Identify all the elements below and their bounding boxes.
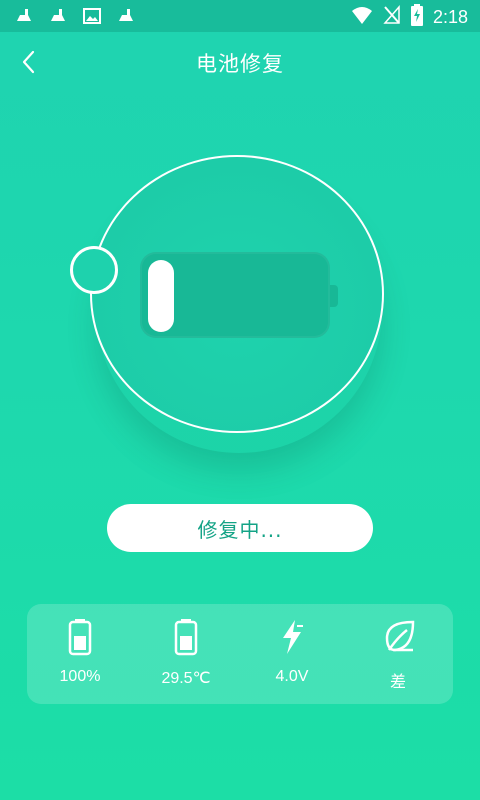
status-time: 2:18 [432, 6, 468, 27]
stat-label: 差 [389, 674, 406, 691]
header: 电池修复 [0, 32, 480, 92]
stat-voltage: 4.0V [239, 604, 345, 704]
battery-icon [65, 618, 95, 656]
battery-icon [171, 618, 201, 656]
lightning-icon [277, 618, 307, 656]
notification-broom-icon [14, 6, 34, 26]
stat-label: 29.5℃ [161, 670, 211, 687]
leaf-icon [383, 618, 415, 656]
battery-level-bar [148, 260, 174, 332]
no-signal-icon [383, 5, 401, 29]
wifi-icon [351, 5, 373, 29]
notification-broom-icon [116, 6, 136, 26]
image-icon [82, 6, 102, 26]
battery-charging-icon [410, 4, 423, 30]
notification-broom-icon [48, 6, 68, 26]
stat-temperature: 29.5℃ [133, 604, 239, 704]
stat-label: 100% [59, 668, 101, 685]
repair-status-button[interactable]: 修复中... [107, 504, 373, 552]
ring-progress-knob [70, 246, 118, 294]
page-title: 电池修复 [196, 52, 284, 76]
stats-panel: 100% 29.5℃ 4.0V 差 [27, 604, 453, 704]
stat-health: 差 [345, 604, 451, 704]
stat-battery-level: 100% [27, 604, 133, 704]
status-bar-notifications [14, 6, 136, 26]
battery-cap [330, 285, 338, 307]
status-bar: 2:18 [0, 0, 480, 32]
status-bar-system: 2:18 [351, 4, 468, 30]
stat-label: 4.0V [275, 668, 309, 685]
